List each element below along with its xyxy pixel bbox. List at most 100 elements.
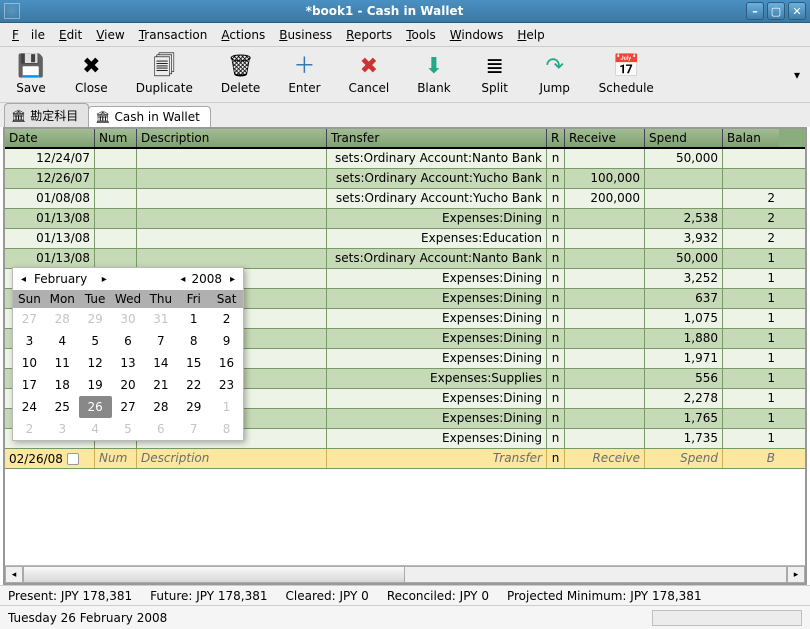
calendar-day-cell[interactable]: 2 [210, 308, 243, 330]
month-prev-button[interactable]: ◂ [19, 274, 28, 285]
cell-spend[interactable]: 637 [645, 289, 723, 308]
date-picker-button[interactable] [67, 453, 79, 465]
cell-num[interactable] [95, 189, 137, 208]
calendar-day-cell[interactable]: 31 [144, 308, 177, 330]
cell-transfer[interactable]: Expenses:Dining [327, 309, 547, 328]
calendar-day-cell[interactable]: 17 [13, 374, 46, 396]
jump-button[interactable]: ↷ Jump [530, 51, 580, 99]
month-next-button[interactable]: ▸ [100, 274, 109, 285]
col-description[interactable]: Description [137, 129, 327, 147]
cell-date[interactable]: 01/13/08 [5, 249, 95, 268]
toolbar-overflow-button[interactable]: ▾ [790, 62, 804, 88]
close-button[interactable]: ✖ Close [66, 51, 117, 99]
scroll-left-button[interactable]: ◂ [5, 566, 23, 583]
close-window-button[interactable]: ✕ [788, 2, 806, 20]
calendar-day-cell[interactable]: 8 [210, 418, 243, 440]
menu-reports[interactable]: Reports [340, 26, 398, 44]
calendar-day-cell[interactable]: 29 [177, 396, 210, 418]
calendar-day-cell[interactable]: 6 [144, 418, 177, 440]
cell-date[interactable]: 01/13/08 [5, 209, 95, 228]
calendar-day-cell[interactable]: 5 [112, 418, 145, 440]
calendar-day-cell[interactable]: 27 [112, 396, 145, 418]
cell-balance[interactable]: 2 [723, 229, 779, 248]
col-receive[interactable]: Receive [565, 129, 645, 147]
col-reconcile[interactable]: R [547, 129, 565, 147]
cell-num[interactable] [95, 229, 137, 248]
scroll-track[interactable] [23, 566, 787, 583]
calendar-day-cell[interactable]: 28 [144, 396, 177, 418]
cell-balance[interactable]: 1 [723, 309, 779, 328]
cell-spend[interactable]: 2,278 [645, 389, 723, 408]
cell-description[interactable] [137, 249, 327, 268]
entry-balance-cell[interactable]: B [723, 449, 779, 468]
cell-transfer[interactable]: Expenses:Dining [327, 329, 547, 348]
cell-date[interactable]: 12/26/07 [5, 169, 95, 188]
entry-row[interactable]: 02/26/08NumDescriptionTransfernReceiveSp… [5, 449, 805, 469]
cell-description[interactable] [137, 229, 327, 248]
calendar-day-cell[interactable]: 25 [46, 396, 79, 418]
cell-reconcile[interactable]: n [547, 409, 565, 428]
calendar-day-cell[interactable]: 20 [112, 374, 145, 396]
horizontal-scrollbar[interactable]: ◂ ▸ [5, 565, 805, 583]
maximize-button[interactable]: ▢ [767, 2, 785, 20]
table-row[interactable]: 01/13/08 sets:Ordinary Account:Nanto Bank… [5, 249, 805, 269]
cell-spend[interactable]: 50,000 [645, 149, 723, 168]
calendar-day-cell[interactable]: 18 [46, 374, 79, 396]
calendar-day-cell[interactable]: 8 [177, 330, 210, 352]
calendar-day-cell[interactable]: 9 [210, 330, 243, 352]
scroll-thumb[interactable] [24, 567, 405, 582]
cell-transfer[interactable]: Expenses:Supplies [327, 369, 547, 388]
table-row[interactable]: 01/13/08Expenses:Educationn3,9322 [5, 229, 805, 249]
menu-windows[interactable]: Windows [444, 26, 510, 44]
cell-description[interactable] [137, 189, 327, 208]
cell-reconcile[interactable]: n [547, 189, 565, 208]
calendar-day-cell[interactable]: 14 [144, 352, 177, 374]
cell-date[interactable]: 01/08/08 [5, 189, 95, 208]
cell-num[interactable] [95, 169, 137, 188]
calendar-day-cell[interactable]: 27 [13, 308, 46, 330]
calendar-day-cell[interactable]: 7 [144, 330, 177, 352]
calendar-day-cell[interactable]: 3 [13, 330, 46, 352]
cell-balance[interactable]: 2 [723, 189, 779, 208]
cell-transfer[interactable]: sets:Ordinary Account:Nanto Bank [327, 249, 547, 268]
entry-num-cell[interactable]: Num [95, 449, 137, 468]
tab-cash-in-wallet[interactable]: 🏛 Cash in Wallet [88, 106, 211, 127]
cell-receive[interactable] [565, 269, 645, 288]
scroll-right-button[interactable]: ▸ [787, 566, 805, 583]
cell-receive[interactable] [565, 149, 645, 168]
entry-description-cell[interactable]: Description [137, 449, 327, 468]
cell-num[interactable] [95, 249, 137, 268]
table-row[interactable]: 12/24/07sets:Ordinary Account:Nanto Bank… [5, 149, 805, 169]
calendar-day-cell[interactable]: 13 [112, 352, 145, 374]
cell-reconcile[interactable]: n [547, 149, 565, 168]
cell-balance[interactable]: 1 [723, 269, 779, 288]
cell-receive[interactable] [565, 209, 645, 228]
calendar-day-cell[interactable]: 11 [46, 352, 79, 374]
cancel-button[interactable]: ✖ Cancel [340, 51, 399, 99]
cell-spend[interactable]: 1,880 [645, 329, 723, 348]
calendar-day-cell[interactable]: 24 [13, 396, 46, 418]
cell-receive[interactable] [565, 249, 645, 268]
cell-transfer[interactable]: Expenses:Education [327, 229, 547, 248]
cell-spend[interactable]: 1,765 [645, 409, 723, 428]
cell-balance[interactable]: 1 [723, 329, 779, 348]
cell-num[interactable] [95, 209, 137, 228]
calendar-day-cell[interactable]: 30 [112, 308, 145, 330]
tab-accounts[interactable]: 🏛 勘定科目 [4, 103, 89, 127]
cell-spend[interactable]: 3,252 [645, 269, 723, 288]
calendar-day-cell[interactable]: 15 [177, 352, 210, 374]
cell-receive[interactable]: 200,000 [565, 189, 645, 208]
cell-spend[interactable]: 1,971 [645, 349, 723, 368]
cell-receive[interactable] [565, 329, 645, 348]
col-spend[interactable]: Spend [645, 129, 723, 147]
cell-balance[interactable]: 1 [723, 249, 779, 268]
calendar-day-cell[interactable]: 2 [13, 418, 46, 440]
cell-balance[interactable]: 1 [723, 289, 779, 308]
cell-receive[interactable] [565, 369, 645, 388]
menu-edit[interactable]: Edit [53, 26, 88, 44]
cell-balance[interactable] [723, 169, 779, 188]
cell-balance[interactable] [723, 149, 779, 168]
cell-reconcile[interactable]: n [547, 269, 565, 288]
cell-receive[interactable] [565, 309, 645, 328]
cell-reconcile[interactable]: n [547, 209, 565, 228]
